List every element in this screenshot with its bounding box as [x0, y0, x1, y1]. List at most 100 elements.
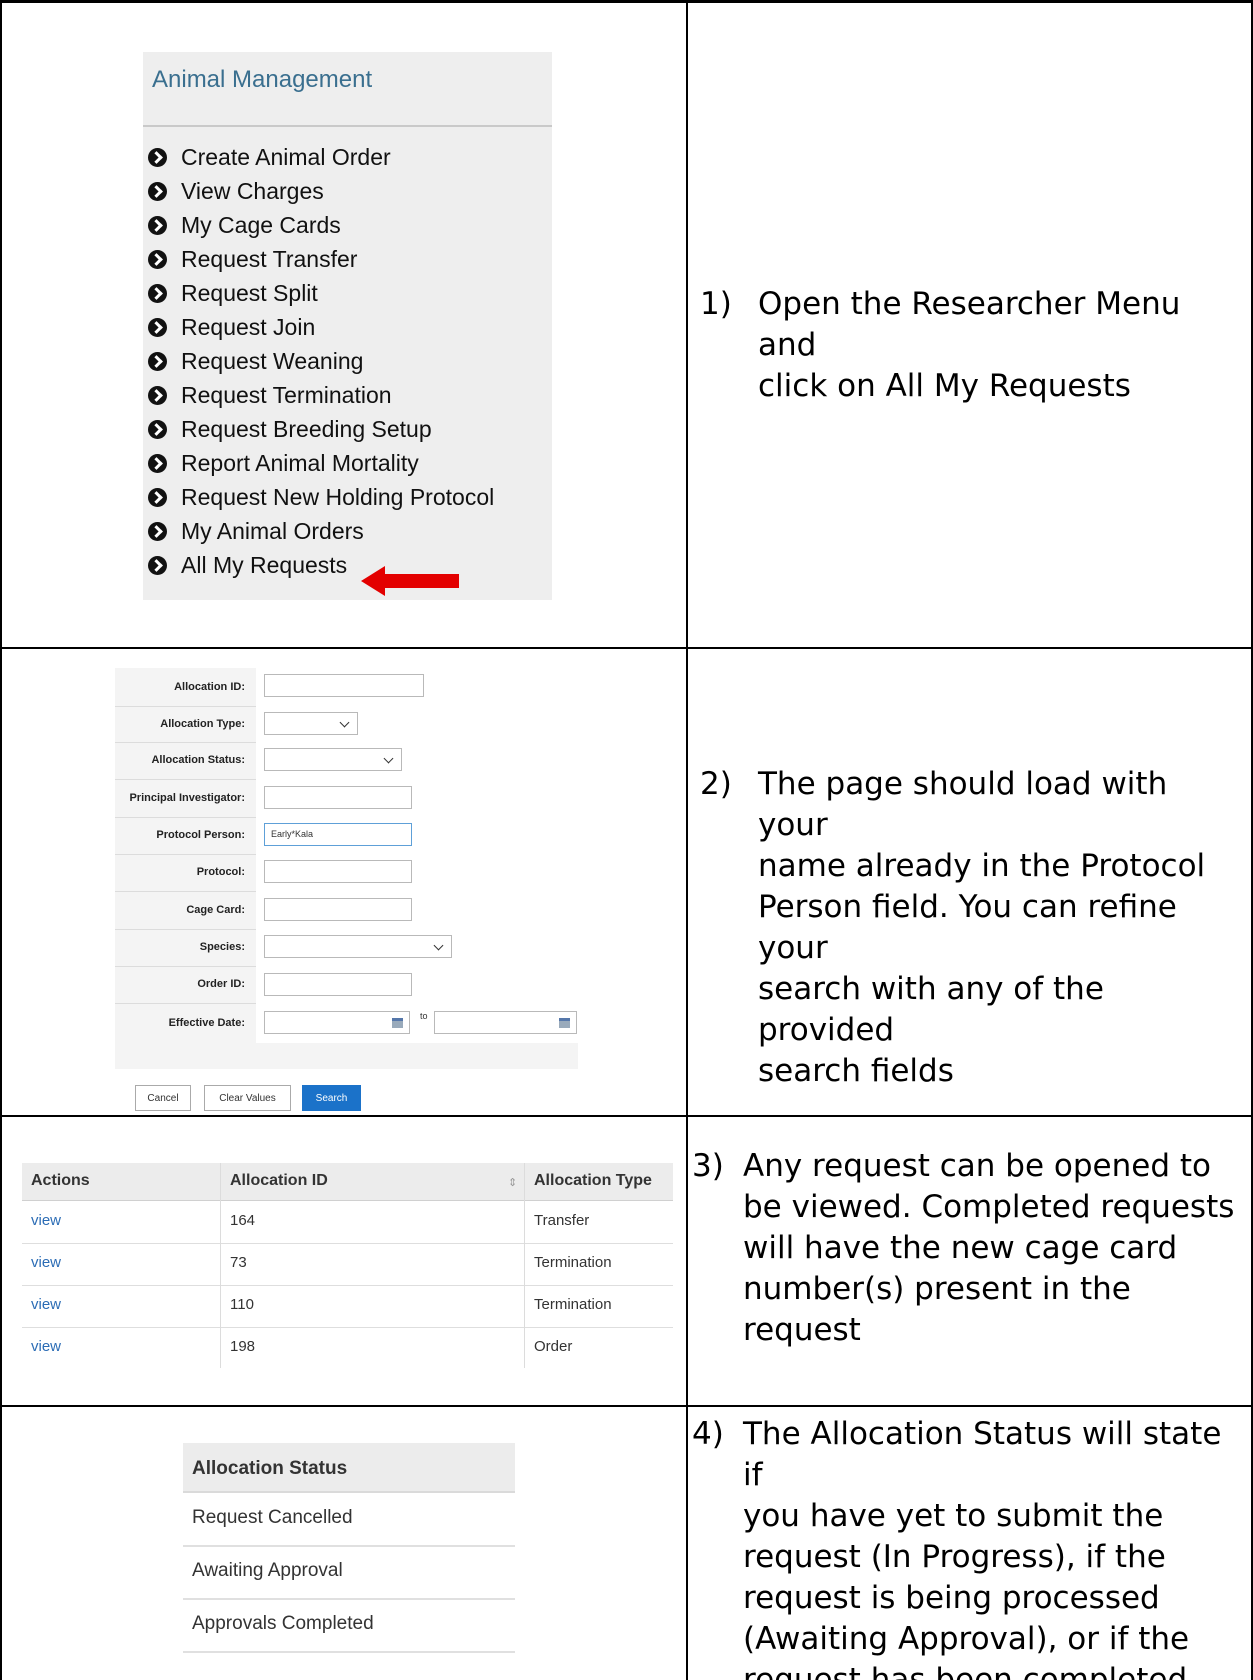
- red-arrow-icon: [361, 566, 459, 596]
- principal-investigator-label: Principal Investigator:: [129, 792, 245, 804]
- actions-header[interactable]: Actions: [31, 1172, 90, 1190]
- menu-item[interactable]: Request Join: [148, 310, 315, 344]
- allocation-type-header[interactable]: Allocation Type: [534, 1172, 652, 1190]
- clear-values-button[interactable]: Clear Values: [204, 1085, 291, 1111]
- menu-item[interactable]: All My Requests: [148, 548, 347, 582]
- view-link[interactable]: view: [31, 1254, 61, 1271]
- principal-investigator-input[interactable]: [264, 786, 412, 809]
- menu-item[interactable]: Request Breeding Setup: [148, 412, 432, 446]
- menu-item-label: View Charges: [181, 177, 324, 204]
- step-1-number: 1): [700, 286, 732, 322]
- chevron-circle-right-icon: [148, 249, 167, 269]
- menu-item-label: Report Animal Mortality: [181, 449, 419, 476]
- step-2-number: 2): [700, 766, 732, 802]
- allocation-type-cell: Termination: [534, 1254, 612, 1271]
- allocation-id-cell: 110: [230, 1296, 254, 1313]
- menu-divider: [143, 125, 552, 127]
- calendar-icon[interactable]: [392, 1018, 403, 1028]
- allocation-id-cell: 73: [230, 1254, 247, 1271]
- chevron-circle-right-icon: [148, 317, 167, 337]
- allocation-status-label: Allocation Status:: [151, 754, 245, 766]
- search-button[interactable]: Search: [302, 1085, 361, 1111]
- menu-item-label: Request New Holding Protocol: [181, 483, 495, 510]
- effective-date-from-input[interactable]: [264, 1011, 410, 1034]
- step-2-text: The page should load with your name alre…: [758, 766, 1206, 1089]
- chevron-circle-right-icon: [148, 147, 167, 167]
- step-4: 4) The Allocation Status will state if y…: [686, 1414, 1248, 1680]
- status-row: Awaiting Approval: [183, 1546, 515, 1600]
- menu-item[interactable]: Report Animal Mortality: [148, 446, 419, 480]
- sort-icon[interactable]: ⇕: [508, 1176, 517, 1189]
- menu-item-label: Request Join: [181, 313, 316, 340]
- allocation-status-select[interactable]: [264, 748, 402, 771]
- menu-item-label: Request Termination: [181, 381, 392, 408]
- row-divider-1: [0, 647, 1253, 649]
- status-row: Request Cancelled: [183, 1493, 515, 1547]
- species-row: Species:: [115, 929, 578, 967]
- allocation-type-select[interactable]: [264, 712, 358, 735]
- species-select[interactable]: [264, 935, 452, 958]
- step-1-text: Open the Researcher Menu and click on Al…: [758, 286, 1181, 404]
- step-1: 1) Open the Researcher Menu and click on…: [700, 284, 1245, 404]
- table-row: view 198 Order: [22, 1327, 673, 1369]
- status-value: Approvals Completed: [192, 1613, 374, 1634]
- menu-item-label: My Animal Orders: [181, 517, 364, 544]
- menu-item[interactable]: Request Transfer: [148, 242, 357, 276]
- status-row: Approvals Completed: [183, 1599, 515, 1653]
- menu-item[interactable]: Request Termination: [148, 378, 392, 412]
- allocation-id-row: Allocation ID:: [115, 668, 578, 707]
- menu-item-label: Request Split: [181, 279, 318, 306]
- view-link[interactable]: view: [31, 1212, 61, 1229]
- menu-item-label: Request Breeding Setup: [181, 415, 432, 442]
- step-3-number: 3): [692, 1148, 724, 1184]
- menu-item[interactable]: Request Split: [148, 276, 318, 310]
- table-border-left: [0, 0, 2, 1680]
- allocation-id-header[interactable]: Allocation ID: [230, 1172, 328, 1190]
- menu-item-label: Create Animal Order: [181, 143, 391, 170]
- effective-date-row: Effective Date: to: [115, 1003, 578, 1043]
- menu-title: Animal Management: [152, 66, 373, 93]
- cage-card-label: Cage Card:: [186, 904, 245, 916]
- view-link[interactable]: view: [31, 1338, 61, 1355]
- chevron-circle-right-icon: [148, 215, 167, 235]
- menu-item[interactable]: View Charges: [148, 174, 324, 208]
- step-4-text: The Allocation Status will state if you …: [743, 1416, 1222, 1680]
- order-id-row: Order ID:: [115, 966, 578, 1004]
- protocol-person-row: Protocol Person: Early*Kala: [115, 817, 578, 855]
- allocation-id-input[interactable]: [264, 674, 424, 697]
- menu-item-label: Request Transfer: [181, 245, 358, 272]
- effective-date-to-input[interactable]: [434, 1011, 577, 1034]
- chevron-circle-right-icon: [148, 419, 167, 439]
- cage-card-row: Cage Card:: [115, 891, 578, 930]
- menu-item[interactable]: Request Weaning: [148, 344, 363, 378]
- protocol-person-input[interactable]: Early*Kala: [264, 823, 412, 846]
- status-value: Request Cancelled: [192, 1507, 353, 1528]
- cage-card-input[interactable]: [264, 898, 412, 921]
- protocol-input[interactable]: [264, 860, 412, 883]
- menu-item[interactable]: My Animal Orders: [148, 514, 364, 548]
- menu-item-label: Request Weaning: [181, 347, 364, 374]
- cancel-button[interactable]: Cancel: [135, 1085, 191, 1111]
- table-row: view 73 Termination: [22, 1243, 673, 1286]
- animal-management-menu: Animal Management Create Animal Order Vie…: [143, 52, 552, 600]
- effective-date-label: Effective Date:: [168, 1017, 245, 1029]
- chevron-circle-right-icon: [148, 555, 167, 575]
- allocation-type-cell: Order: [534, 1338, 573, 1355]
- principal-investigator-row: Principal Investigator:: [115, 779, 578, 818]
- order-id-input[interactable]: [264, 973, 412, 996]
- allocation-id-label: Allocation ID:: [174, 681, 245, 693]
- chevron-circle-right-icon: [148, 181, 167, 201]
- menu-item[interactable]: My Cage Cards: [148, 208, 341, 242]
- order-id-label: Order ID:: [197, 978, 245, 990]
- menu-item-label: All My Requests: [181, 551, 348, 578]
- calendar-icon[interactable]: [559, 1018, 570, 1028]
- search-form: Allocation ID: Allocation Type: Allocati…: [115, 668, 578, 1069]
- menu-item[interactable]: Create Animal Order: [148, 140, 391, 174]
- menu-item[interactable]: Request New Holding Protocol: [148, 480, 494, 514]
- protocol-row: Protocol:: [115, 854, 578, 892]
- table-row: view 110 Termination: [22, 1285, 673, 1328]
- allocation-id-cell: 164: [230, 1212, 256, 1229]
- chevron-circle-right-icon: [148, 487, 167, 507]
- row-divider-2: [0, 1115, 1253, 1117]
- view-link[interactable]: view: [31, 1296, 61, 1313]
